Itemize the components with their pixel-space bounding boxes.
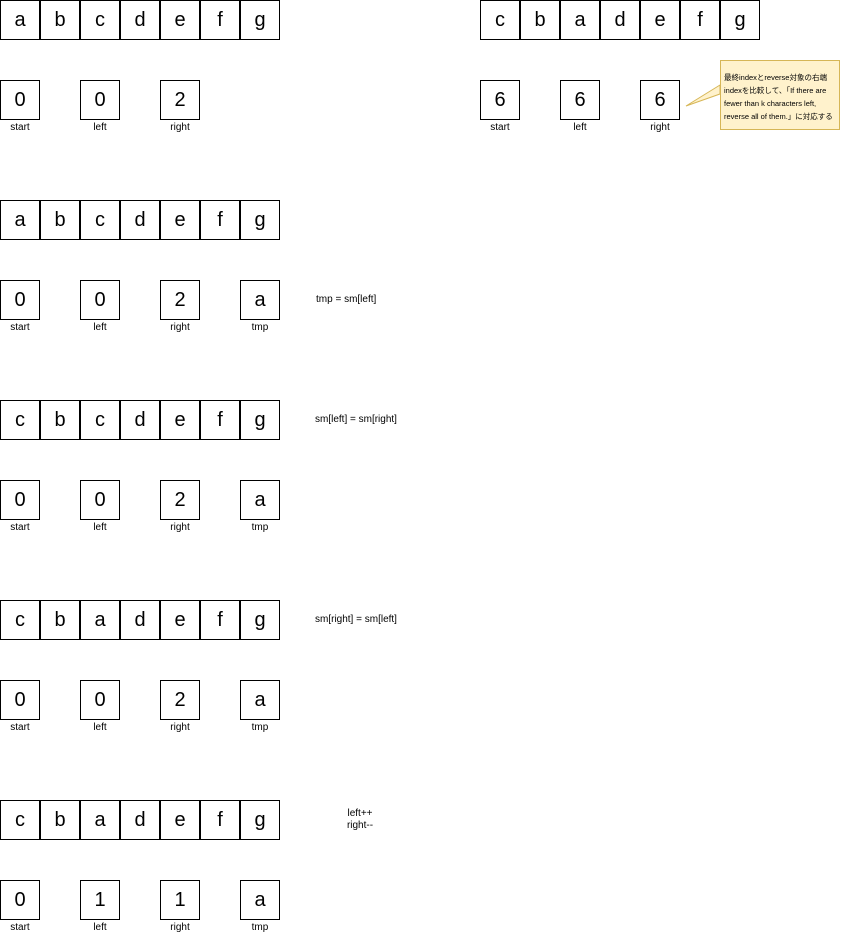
step0-array-cell-6: g	[240, 0, 280, 40]
step2-array-cell-1: b	[40, 400, 80, 440]
step4-right-label: right	[170, 922, 190, 933]
step4-array-cell-2: a	[80, 800, 120, 840]
final-array-cell-0: c	[480, 0, 520, 40]
final-array-cell-3: d	[600, 0, 640, 40]
step3-array-cell-6: g	[240, 600, 280, 640]
step2-tmp-label: tmp	[251, 522, 269, 533]
step2-tmp-box: a	[240, 480, 280, 520]
step0-right-box: 2	[160, 80, 200, 120]
final-left-box: 6	[560, 80, 600, 120]
step1-array-cell-3: d	[120, 200, 160, 240]
final-right-box: 6	[640, 80, 680, 120]
step3-tmp-box: a	[240, 680, 280, 720]
step2-start-box: 0	[0, 480, 40, 520]
step1-array-cell-0: a	[0, 200, 40, 240]
final-left-label: left	[573, 122, 587, 133]
step0-left-label: left	[93, 122, 107, 133]
final-array-cell-1: b	[520, 0, 560, 40]
step2-start-label: start	[10, 522, 30, 533]
step4-array-cell-1: b	[40, 800, 80, 840]
callout-line-1: 最終indexとreverse対象の右端	[724, 73, 827, 82]
step3-start-box: 0	[0, 680, 40, 720]
step1-array-cell-6: g	[240, 200, 280, 240]
step1-array-cell-1: b	[40, 200, 80, 240]
step4-note-line-2: right--	[346, 820, 374, 831]
step2-array-cell-2: c	[80, 400, 120, 440]
final-right-label: right	[650, 122, 670, 133]
step4-start-label: start	[10, 922, 30, 933]
step2-array-cell-3: d	[120, 400, 160, 440]
step3-left-label: left	[93, 722, 107, 733]
step4-array-cell-4: e	[160, 800, 200, 840]
step2-right-box: 2	[160, 480, 200, 520]
callout-note: 最終indexとreverse対象の右端 indexを比較して、「If ther…	[720, 60, 840, 130]
step0-array-cell-1: b	[40, 0, 80, 40]
step2-array-cell-0: c	[0, 400, 40, 440]
step2-right-label: right	[170, 522, 190, 533]
step0-array-cell-2: c	[80, 0, 120, 40]
step2-left-label: left	[93, 522, 107, 533]
step1-left-box: 0	[80, 280, 120, 320]
final-start-box: 6	[480, 80, 520, 120]
final-start-label: start	[490, 122, 510, 133]
step3-start-label: start	[10, 722, 30, 733]
step0-left-box: 0	[80, 80, 120, 120]
step4-tmp-box: a	[240, 880, 280, 920]
step3-tmp-label: tmp	[251, 722, 269, 733]
step3-array-cell-3: d	[120, 600, 160, 640]
step3-note: sm[right] = sm[left]	[315, 614, 397, 625]
callout-line-2: indexを比較して、「If there are	[724, 86, 827, 95]
step0-start-label: start	[10, 122, 30, 133]
callout-line-4: reverse all of them.」に対応する	[724, 112, 833, 121]
step2-array-cell-5: f	[200, 400, 240, 440]
final-array-cell-6: g	[720, 0, 760, 40]
step4-array-cell-5: f	[200, 800, 240, 840]
step3-array-cell-2: a	[80, 600, 120, 640]
step2-note: sm[left] = sm[right]	[315, 414, 397, 425]
step4-tmp-label: tmp	[251, 922, 269, 933]
step2-array-cell-6: g	[240, 400, 280, 440]
step1-right-box: 2	[160, 280, 200, 320]
step1-right-label: right	[170, 322, 190, 333]
step3-array-cell-0: c	[0, 600, 40, 640]
step1-tmp-label: tmp	[251, 322, 269, 333]
step1-start-box: 0	[0, 280, 40, 320]
step2-array-cell-4: e	[160, 400, 200, 440]
step2-left-box: 0	[80, 480, 120, 520]
step0-array-cell-4: e	[160, 0, 200, 40]
step4-note: left++ right--	[330, 808, 390, 832]
step3-array-cell-1: b	[40, 600, 80, 640]
step1-array-cell-5: f	[200, 200, 240, 240]
step3-right-label: right	[170, 722, 190, 733]
step0-right-label: right	[170, 122, 190, 133]
step0-array-cell-3: d	[120, 0, 160, 40]
callout-line-3: fewer than k characters left,	[724, 99, 817, 108]
step1-array-cell-4: e	[160, 200, 200, 240]
step0-array-cell-0: a	[0, 0, 40, 40]
step3-array-cell-4: e	[160, 600, 200, 640]
step1-left-label: left	[93, 322, 107, 333]
step0-start-box: 0	[0, 80, 40, 120]
step4-start-box: 0	[0, 880, 40, 920]
step4-left-label: left	[93, 922, 107, 933]
step4-left-box: 1	[80, 880, 120, 920]
step3-left-box: 0	[80, 680, 120, 720]
final-array-cell-2: a	[560, 0, 600, 40]
final-array-cell-4: e	[640, 0, 680, 40]
step0-array-cell-5: f	[200, 0, 240, 40]
step1-start-label: start	[10, 322, 30, 333]
step1-note: tmp = sm[left]	[316, 294, 377, 305]
step3-right-box: 2	[160, 680, 200, 720]
step4-array-cell-3: d	[120, 800, 160, 840]
step4-note-line-1: left++	[347, 808, 373, 819]
final-array-cell-5: f	[680, 0, 720, 40]
step1-tmp-box: a	[240, 280, 280, 320]
step1-array-cell-2: c	[80, 200, 120, 240]
step4-right-box: 1	[160, 880, 200, 920]
step3-array-cell-5: f	[200, 600, 240, 640]
step4-array-cell-6: g	[240, 800, 280, 840]
callout-pointer	[685, 84, 721, 107]
step4-array-cell-0: c	[0, 800, 40, 840]
